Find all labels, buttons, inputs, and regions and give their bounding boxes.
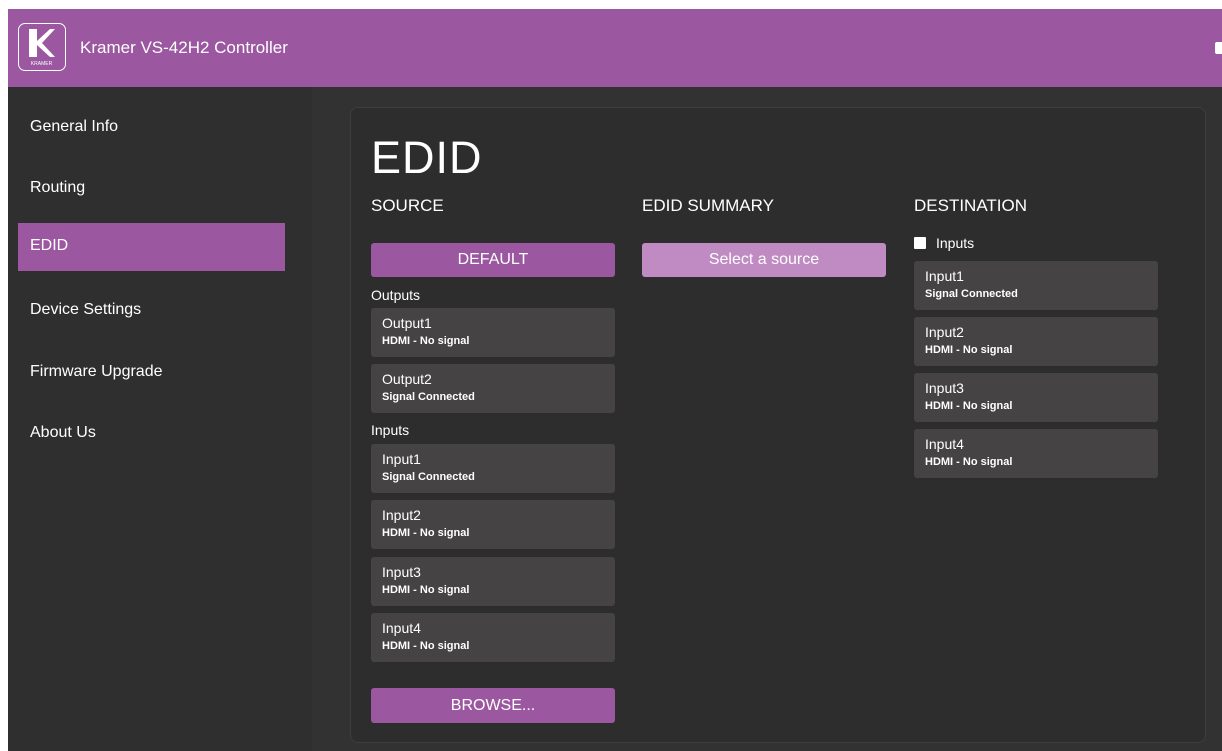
sidebar-item-general-info[interactable]: General Info — [18, 104, 285, 152]
app-title: Kramer VS-42H2 Controller — [80, 38, 288, 57]
default-button[interactable]: DEFAULT — [371, 243, 615, 277]
port-status: HDMI - No signal — [382, 335, 470, 347]
port-name: Input3 — [925, 380, 964, 396]
sidebar-item-about-us[interactable]: About Us — [18, 410, 285, 458]
inputs-label: Inputs — [371, 422, 410, 438]
select-source-button[interactable]: Select a source — [642, 243, 886, 277]
browse-button[interactable]: BROWSE... — [371, 688, 615, 723]
port-status: HDMI - No signal — [382, 640, 470, 652]
source-heading: SOURCE — [371, 196, 444, 215]
dest-input3-card[interactable]: Input3 HDMI - No signal — [914, 373, 1158, 422]
port-status: HDMI - No signal — [382, 584, 470, 596]
source-input2-card[interactable]: Input2 HDMI - No signal — [371, 500, 615, 549]
sidebar: General Info Routing EDID Device Setting… — [8, 87, 312, 751]
inputs-checkbox-label: Inputs — [936, 235, 975, 251]
inputs-checkbox[interactable] — [914, 237, 926, 249]
port-name: Input3 — [382, 564, 421, 580]
port-status: HDMI - No signal — [925, 456, 1013, 468]
dest-input2-card[interactable]: Input2 HDMI - No signal — [914, 317, 1158, 366]
destination-heading: DESTINATION — [914, 196, 1028, 215]
source-input3-card[interactable]: Input3 HDMI - No signal — [371, 557, 615, 606]
source-output1-card[interactable]: Output1 HDMI - No signal — [371, 308, 615, 357]
port-status: HDMI - No signal — [925, 344, 1013, 356]
port-name: Input1 — [382, 451, 421, 467]
source-input4-card[interactable]: Input4 HDMI - No signal — [371, 613, 615, 662]
sidebar-item-routing[interactable]: Routing — [18, 165, 285, 213]
source-output2-card[interactable]: Output2 Signal Connected — [371, 364, 615, 413]
port-name: Input2 — [925, 324, 964, 340]
page-title: EDID — [371, 132, 483, 183]
user-icon[interactable] — [1215, 42, 1222, 54]
kramer-logo: KRAMER — [18, 23, 66, 71]
edid-summary-heading: EDID SUMMARY — [642, 196, 774, 215]
port-status: Signal Connected — [382, 471, 475, 483]
sidebar-item-firmware-upgrade[interactable]: Firmware Upgrade — [18, 349, 285, 397]
edid-panel: EDID SOURCE DEFAULT Outputs Output1 HDMI… — [350, 107, 1206, 743]
port-status: HDMI - No signal — [925, 400, 1013, 412]
app-window: KRAMER Kramer VS-42H2 Controller General… — [8, 9, 1222, 751]
port-name: Output2 — [382, 371, 432, 387]
svg-text:KRAMER: KRAMER — [31, 61, 53, 67]
sidebar-item-device-settings[interactable]: Device Settings — [18, 287, 285, 335]
sidebar-item-edid[interactable]: EDID — [18, 223, 285, 271]
header-bar: KRAMER Kramer VS-42H2 Controller — [8, 9, 1222, 87]
port-name: Input4 — [925, 436, 964, 452]
port-status: Signal Connected — [925, 288, 1018, 300]
dest-input4-card[interactable]: Input4 HDMI - No signal — [914, 429, 1158, 478]
main-content: EDID SOURCE DEFAULT Outputs Output1 HDMI… — [312, 87, 1222, 751]
port-name: Output1 — [382, 315, 432, 331]
outputs-label: Outputs — [371, 287, 421, 303]
port-status: HDMI - No signal — [382, 527, 470, 539]
dest-input1-card[interactable]: Input1 Signal Connected — [914, 261, 1158, 310]
port-name: Input1 — [925, 268, 964, 284]
port-name: Input4 — [382, 620, 421, 636]
port-status: Signal Connected — [382, 391, 475, 403]
source-input1-card[interactable]: Input1 Signal Connected — [371, 444, 615, 493]
port-name: Input2 — [382, 507, 421, 523]
